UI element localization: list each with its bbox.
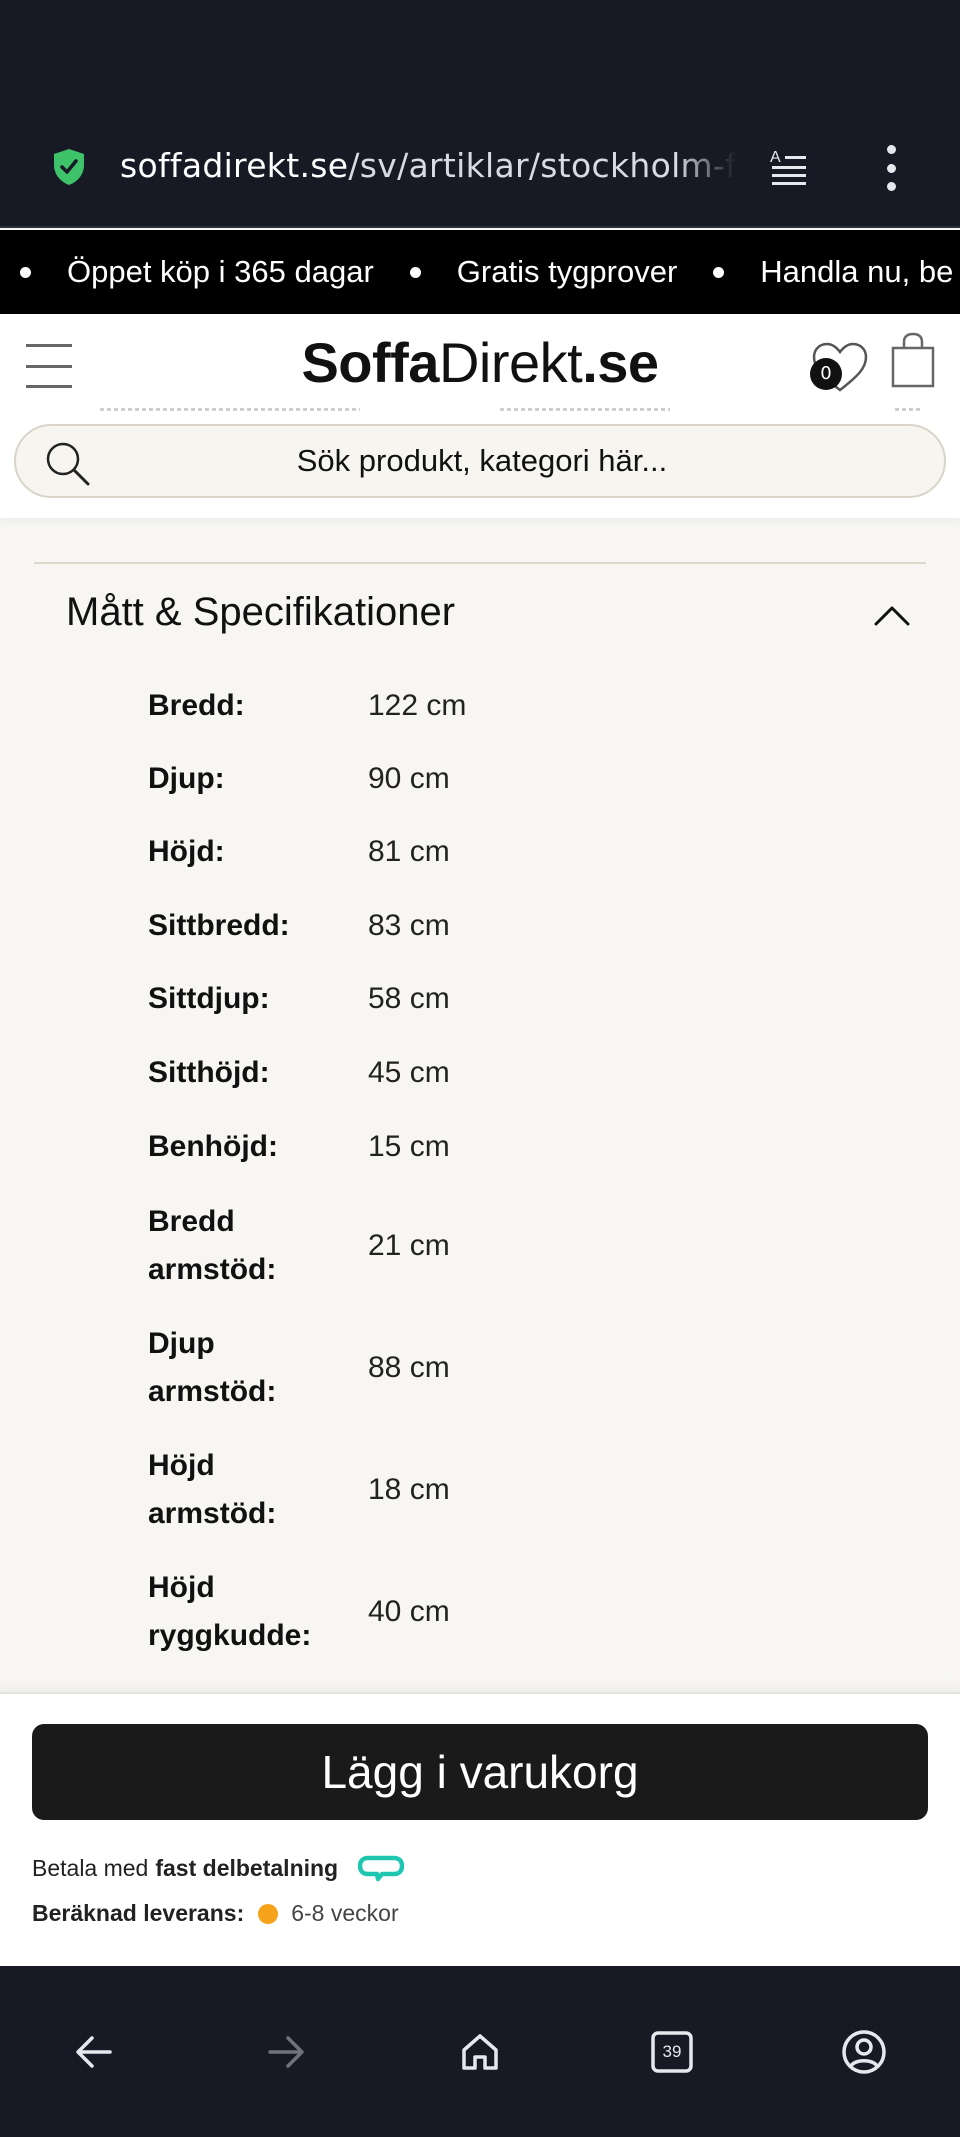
reader-mode-icon[interactable]: A [770,148,808,188]
marquee-item: Öppet köp i 365 dagar [20,254,410,290]
spec-label: Bredd: [148,689,245,722]
marquee-item: Gratis tygprover [409,254,714,290]
delivery-estimate: 6-8 veckor [291,1900,399,1926]
search-input[interactable]: Sök produkt, kategori här... [14,424,946,498]
tabs-icon [651,2031,693,2073]
payment-info: Betala med fast delbetalning [32,1854,405,1882]
spec-value: 81 cm [368,835,450,868]
spec-value: 122 cm [368,689,467,722]
spec-value: 83 cm [368,909,450,942]
spec-label: Höjd ryggkudde: [148,1571,312,1652]
delivery-status-indicator [258,1903,279,1924]
delivery-label: Beräknad leverans: [32,1900,245,1926]
svg-text:A: A [770,149,781,166]
browser-url-bar[interactable]: soffadirekt.se/sv/artiklar/stockholm-f [0,100,960,228]
payment-method: fast delbetalning [155,1854,339,1881]
back-button[interactable] [64,2022,124,2082]
url-host: soffadirekt.se [120,146,349,185]
payment-prefix: Betala med [32,1854,149,1881]
spec-value: 58 cm [368,982,450,1015]
status-bar-area [0,0,960,100]
spec-label: Höjd: [148,835,225,868]
payment-provider-logo-icon [358,1855,405,1882]
home-button[interactable] [450,2022,510,2082]
back-arrow-icon [76,2036,112,2068]
delivery-info: Beräknad leverans: 6-8 veckor [32,1900,399,1927]
purchase-action-bar: Lägg i varukorg Betala med fast delbetal… [0,1692,960,1966]
add-to-cart-button[interactable]: Lägg i varukorg [32,1724,928,1820]
spec-label: Sittdjup: [148,982,270,1015]
account-button[interactable] [834,2022,894,2082]
announcement-marquee: Öppet köp i 365 dagar Gratis tygprover H… [0,230,960,314]
spec-label: Djup: [148,762,225,795]
scrolled-content-fragment [100,408,360,411]
forward-arrow-icon [268,2036,304,2068]
shopping-bag-icon[interactable] [890,332,936,390]
spec-value: 21 cm [368,1229,450,1262]
security-shield-icon[interactable] [52,148,86,186]
browser-menu-icon[interactable] [876,145,906,191]
spec-label: Bredd armstöd: [148,1205,277,1286]
spec-value: 40 cm [368,1595,450,1628]
spec-value: 15 cm [368,1130,450,1163]
section-divider [34,562,926,564]
account-profile-icon [842,2030,886,2074]
home-icon [462,2034,498,2070]
scrolled-content-fragment [500,408,670,411]
browser-bottom-nav: 39 [0,1966,960,2137]
wishlist-count-badge: 0 [810,358,842,390]
scrolled-content-fragment [895,408,923,411]
spec-label: Höjd armstöd: [148,1449,277,1530]
search-placeholder: Sök produkt, kategori här... [296,443,668,478]
spec-label: Sitthöjd: [148,1056,270,1089]
spec-value: 45 cm [368,1056,450,1089]
tabs-button[interactable]: 39 [642,2022,702,2082]
url-text[interactable]: soffadirekt.se/sv/artiklar/stockholm-f [120,144,736,188]
chevron-up-icon[interactable] [872,600,912,630]
site-header: SoffaDirekt.se Sök produkt, kategori här… [0,314,960,518]
forward-button[interactable] [256,2022,316,2082]
spec-label: Sittbredd: [148,909,290,942]
spec-label: Benhöjd: [148,1130,278,1163]
spec-value: 88 cm [368,1351,450,1384]
specs-section-title[interactable]: Mått & Specifikationer [66,590,455,635]
spec-value: 18 cm [368,1473,450,1506]
spec-label: Djup armstöd: [148,1327,277,1408]
marquee-item: Handla nu, be [713,254,960,290]
spec-value: 90 cm [368,762,450,795]
